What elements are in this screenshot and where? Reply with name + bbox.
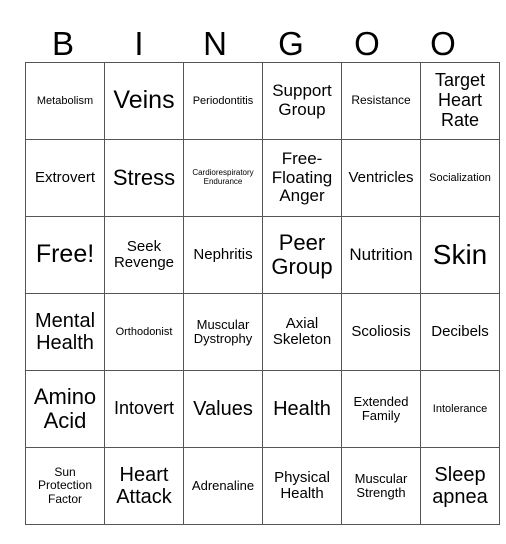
bingo-cell free-space[interactable]: Free!	[25, 216, 105, 294]
bingo-cell[interactable]: Scoliosis	[341, 293, 421, 371]
bingo-cell[interactable]: Adrenaline	[183, 447, 263, 525]
bingo-cell[interactable]: Muscular Strength	[341, 447, 421, 525]
bingo-cell[interactable]: Stress	[104, 139, 184, 217]
grid-row: Metabolism Veins Periodontitis Support G…	[25, 62, 500, 140]
bingo-cell[interactable]: Heart Attack	[104, 447, 184, 525]
header-letter: I	[134, 25, 144, 62]
header-letter: N	[203, 25, 227, 62]
bingo-cell[interactable]: Intovert	[104, 370, 184, 448]
bingo-cell[interactable]: Health	[262, 370, 342, 448]
grid-row: Mental Health Orthodonist Muscular Dystr…	[25, 293, 500, 371]
grid-row: Sun Protection Factor Heart Attack Adren…	[25, 447, 500, 525]
bingo-cell[interactable]: Metabolism	[25, 62, 105, 140]
bingo-cell[interactable]: Values	[183, 370, 263, 448]
bingo-cell[interactable]: Nutrition	[341, 216, 421, 294]
bingo-cell[interactable]: Amino Acid	[25, 370, 105, 448]
header-letter: B	[51, 25, 74, 62]
bingo-cell[interactable]: Resistance	[341, 62, 421, 140]
bingo-cell[interactable]: Veins	[104, 62, 184, 140]
bingo-cell[interactable]: Physical Health	[262, 447, 342, 525]
header-letter: O	[430, 25, 456, 62]
grid-row: Amino Acid Intovert Values Health Extend…	[25, 370, 500, 448]
bingo-cell[interactable]: Skin	[420, 216, 500, 294]
bingo-cell[interactable]: Intolerance	[420, 370, 500, 448]
bingo-cell[interactable]: Axial Skeleton	[262, 293, 342, 371]
bingo-cell[interactable]: Sun Protection Factor	[25, 447, 105, 525]
bingo-cell[interactable]: Peer Group	[262, 216, 342, 294]
bingo-cell[interactable]: Ventricles	[341, 139, 421, 217]
bingo-cell[interactable]: Sleep apnea	[420, 447, 500, 525]
bingo-cell[interactable]: Mental Health	[25, 293, 105, 371]
bingo-header: B I N G O O	[25, 24, 481, 64]
bingo-cell[interactable]: Cardiorespiratory Endurance	[183, 139, 263, 217]
bingo-cell[interactable]: Orthodonist	[104, 293, 184, 371]
bingo-cell[interactable]: Socialization	[420, 139, 500, 217]
bingo-grid: Metabolism Veins Periodontitis Support G…	[25, 62, 500, 525]
bingo-cell[interactable]: Free-Floating Anger	[262, 139, 342, 217]
grid-row: Extrovert Stress Cardiorespiratory Endur…	[25, 139, 500, 217]
bingo-cell[interactable]: Extrovert	[25, 139, 105, 217]
bingo-cell[interactable]: Extended Family	[341, 370, 421, 448]
bingo-cell[interactable]: Periodontitis	[183, 62, 263, 140]
grid-row: Free! Seek Revenge Nephritis Peer Group …	[25, 216, 500, 294]
bingo-cell[interactable]: Decibels	[420, 293, 500, 371]
bingo-cell[interactable]: Muscular Dystrophy	[183, 293, 263, 371]
bingo-cell[interactable]: Support Group	[262, 62, 342, 140]
bingo-cell[interactable]: Seek Revenge	[104, 216, 184, 294]
header-letter: G	[278, 25, 304, 62]
bingo-cell[interactable]: Nephritis	[183, 216, 263, 294]
header-letter: O	[354, 25, 380, 62]
bingo-cell[interactable]: Target Heart Rate	[420, 62, 500, 140]
